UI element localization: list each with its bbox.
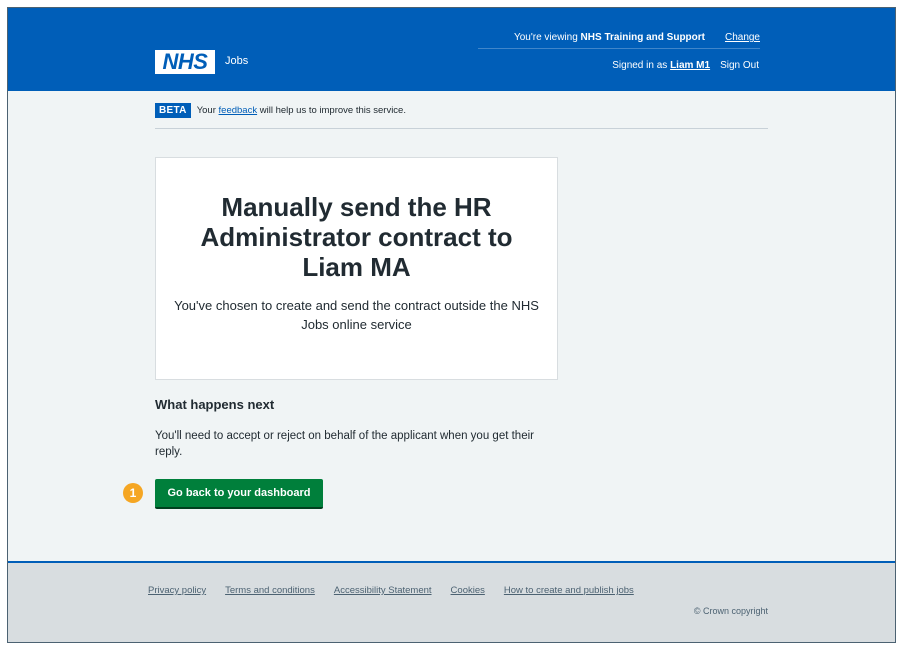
- cookies-link[interactable]: Cookies: [451, 585, 485, 596]
- browser-frame: You're viewing NHS Training and Support …: [7, 7, 896, 643]
- confirmation-panel: Manually send the HR Administrator contr…: [155, 157, 558, 380]
- go-back-to-dashboard-button[interactable]: Go back to your dashboard: [155, 479, 323, 509]
- beta-text-after: will help us to improve this service.: [259, 105, 406, 116]
- user-name-link[interactable]: Liam M1: [670, 60, 710, 71]
- viewing-prefix: You're viewing: [513, 32, 581, 43]
- copyright-text: © Crown copyright: [693, 606, 768, 616]
- change-org-link[interactable]: Change: [725, 32, 760, 43]
- beta-message: Your feedback will help us to improve th…: [197, 105, 406, 116]
- how-to-create-jobs-link[interactable]: How to create and publish jobs: [504, 585, 634, 596]
- viewing-org-name: NHS Training and Support: [580, 32, 705, 43]
- step-number-badge: 1: [123, 483, 143, 503]
- header-divider: [478, 48, 760, 49]
- what-happens-next-body: You'll need to accept or reject on behal…: [155, 430, 534, 458]
- beta-text-before: Your: [196, 105, 216, 116]
- beta-divider: [155, 128, 768, 129]
- site-footer: Privacy policy Terms and conditions Acce…: [8, 561, 895, 642]
- site-header: You're viewing NHS Training and Support …: [8, 8, 895, 91]
- panel-body: You've chosen to create and send the con…: [174, 298, 539, 332]
- feedback-link[interactable]: feedback: [219, 105, 258, 116]
- beta-tag: BETA: [155, 103, 191, 118]
- what-happens-next-heading: What happens next: [155, 397, 275, 412]
- accessibility-statement-link[interactable]: Accessibility Statement: [334, 585, 432, 596]
- terms-and-conditions-link[interactable]: Terms and conditions: [225, 585, 315, 596]
- beta-banner: BETA Your feedback will help us to impro…: [155, 103, 406, 118]
- signed-in-area: Signed in as Liam M1 Sign Out: [612, 60, 759, 71]
- panel-title: Manually send the HR Administrator contr…: [200, 192, 513, 282]
- privacy-policy-link[interactable]: Privacy policy: [148, 585, 206, 596]
- nhs-logo-text: NHS: [162, 49, 208, 74]
- signed-in-prefix: Signed in as: [612, 60, 668, 71]
- viewing-org-text: You're viewing NHS Training and Support: [514, 32, 705, 43]
- footer-links: Privacy policy Terms and conditions Acce…: [148, 585, 634, 596]
- signed-in-label: Signed in as Liam M1: [612, 60, 710, 71]
- nhs-logo[interactable]: NHS: [155, 50, 215, 74]
- service-name: Jobs: [225, 55, 249, 67]
- sign-out-link[interactable]: Sign Out: [720, 60, 759, 71]
